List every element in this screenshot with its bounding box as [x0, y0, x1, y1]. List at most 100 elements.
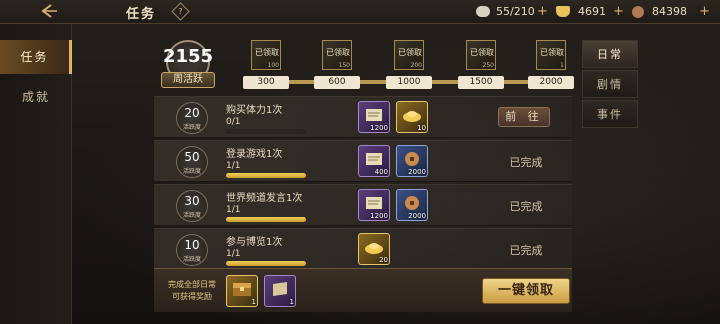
stamina-resource: 55/210 + — [476, 4, 558, 20]
reward-qty: 10 — [417, 124, 426, 132]
task-points: 50 — [184, 150, 200, 164]
reward-chest[interactable]: 1 — [226, 275, 258, 307]
reward-scroll[interactable]: 1200 — [358, 101, 390, 133]
task-points: 20 — [184, 106, 200, 120]
copper-coin-icon — [632, 6, 644, 18]
daily-completion-bar: 完成全部日常 可获得奖励 1 1 一键领取 — [154, 268, 572, 312]
reward-scroll[interactable]: 1 — [264, 275, 296, 307]
milestone-qty: 200 — [410, 62, 422, 69]
milestone-qty: 150 — [338, 62, 350, 69]
gold-ingot-icon — [365, 243, 383, 254]
copper-resource: 84398 + — [632, 4, 714, 20]
weekly-activity-badge: 2155 周活跃 — [160, 40, 216, 90]
activity-label: 周活跃 — [161, 72, 215, 88]
task-progress-text: 0/1 — [226, 117, 241, 127]
activity-points-badge: 10 活跃度 — [176, 234, 208, 266]
help-button[interactable]: ? — [171, 2, 190, 21]
milestone-threshold: 600 — [314, 76, 360, 89]
milestone-chest-icon: 已领取 1 — [536, 40, 566, 70]
reward-scroll[interactable]: 400 — [358, 145, 390, 177]
completion-hint-line1: 完成全部日常 — [168, 280, 216, 289]
page-title: 任务 — [126, 7, 157, 22]
stamina-value: 55/210 — [496, 5, 535, 18]
milestone-status: 已领取 — [255, 48, 279, 57]
milestone-qty: 100 — [267, 62, 279, 69]
add-stamina-button[interactable]: + — [536, 5, 549, 18]
left-nav: 任务 成就 — [0, 24, 72, 324]
task-row: 50 活跃度 登录游戏1次 1/1 400 2000 已完成 — [154, 140, 572, 182]
task-progress-bar — [226, 173, 306, 178]
reward-qty: 2000 — [408, 168, 426, 176]
task-name: 登录游戏1次 — [226, 149, 283, 160]
milestone-status: 已领取 — [540, 48, 564, 57]
scroll-icon — [366, 197, 382, 209]
reward-qty: 20 — [379, 256, 388, 264]
reward-qty: 1 — [251, 298, 256, 306]
claim-all-button[interactable]: 一键领取 — [482, 278, 570, 304]
tab-events[interactable]: 事件 — [582, 100, 638, 128]
task-progress-fill — [226, 261, 306, 266]
completed-label: 已完成 — [509, 244, 543, 257]
milestone-qty: 250 — [482, 62, 494, 69]
milestone-threshold: 2000 — [528, 76, 574, 89]
tab-daily[interactable]: 日常 — [582, 40, 638, 68]
task-name: 参与博览1次 — [226, 237, 283, 248]
task-progress-bar — [226, 261, 306, 266]
milestone-chest-icon: 已领取 250 — [466, 40, 496, 70]
scroll-icon — [273, 282, 287, 296]
task-points-label: 活跃度 — [182, 212, 201, 219]
task-row: 30 活跃度 世界频道发言1次 1/1 1200 2000 已完成 — [154, 184, 572, 226]
help-icon: ? — [178, 7, 183, 16]
task-name: 世界频道发言1次 — [226, 193, 303, 204]
reward-scroll[interactable]: 1200 — [358, 189, 390, 221]
milestone-chest-icon: 已领取 100 — [251, 40, 281, 70]
back-arrow-icon — [41, 4, 57, 18]
reward-copper[interactable]: 2000 — [396, 189, 428, 221]
top-bar: 任务 ? 55/210 + 4691 + 84398 + — [0, 0, 720, 24]
task-progress-fill — [226, 217, 306, 222]
activity-points-badge: 30 活跃度 — [176, 190, 208, 222]
activity-points-badge: 50 活跃度 — [176, 146, 208, 178]
gold-value: 4691 — [578, 5, 606, 18]
treasure-chest-icon — [233, 283, 251, 296]
milestone-threshold: 1000 — [386, 76, 432, 89]
completed-label: 已完成 — [509, 200, 543, 213]
task-points-label: 活跃度 — [182, 256, 201, 263]
task-row: 10 活跃度 参与博览1次 1/1 20 已完成 — [154, 228, 572, 268]
task-list[interactable]: 20 活跃度 购买体力1次 0/1 1200 10 前 往 50 活跃度 登录游… — [154, 96, 572, 268]
copper-value: 84398 — [652, 5, 687, 18]
milestone-qty: 1 — [560, 62, 564, 69]
milestone-status: 已领取 — [326, 48, 350, 57]
add-copper-button[interactable]: + — [698, 5, 711, 18]
completed-label: 已完成 — [509, 156, 543, 169]
task-progress-bar — [226, 217, 306, 222]
task-progress-text: 1/1 — [226, 205, 241, 215]
back-button[interactable] — [36, 3, 60, 21]
reward-qty: 1200 — [370, 124, 388, 132]
milestone-threshold: 1500 — [458, 76, 504, 89]
gold-resource: 4691 + — [556, 4, 630, 20]
tab-tasks[interactable]: 任务 — [0, 40, 72, 74]
task-row: 20 活跃度 购买体力1次 0/1 1200 10 前 往 — [154, 96, 572, 138]
add-gold-button[interactable]: + — [612, 5, 625, 18]
reward-qty: 1 — [289, 298, 294, 306]
tab-achievements[interactable]: 成就 — [0, 80, 72, 114]
copper-coin-icon — [405, 152, 419, 166]
reward-gold[interactable]: 20 — [358, 233, 390, 265]
reward-qty: 2000 — [408, 212, 426, 220]
task-points: 10 — [184, 238, 200, 252]
task-points: 30 — [184, 194, 200, 208]
gold-ingot-icon — [556, 6, 570, 17]
task-progress-text: 1/1 — [226, 249, 241, 259]
activity-points-badge: 20 活跃度 — [176, 102, 208, 134]
reward-gold[interactable]: 10 — [396, 101, 428, 133]
go-button[interactable]: 前 往 — [498, 107, 550, 127]
copper-coin-icon — [405, 196, 419, 210]
scroll-icon — [366, 153, 382, 165]
stamina-icon — [476, 6, 490, 17]
tab-story[interactable]: 剧情 — [582, 70, 638, 98]
task-progress-bar — [226, 129, 306, 134]
task-progress-text: 1/1 — [226, 161, 241, 171]
milestone-threshold: 300 — [243, 76, 289, 89]
reward-copper[interactable]: 2000 — [396, 145, 428, 177]
